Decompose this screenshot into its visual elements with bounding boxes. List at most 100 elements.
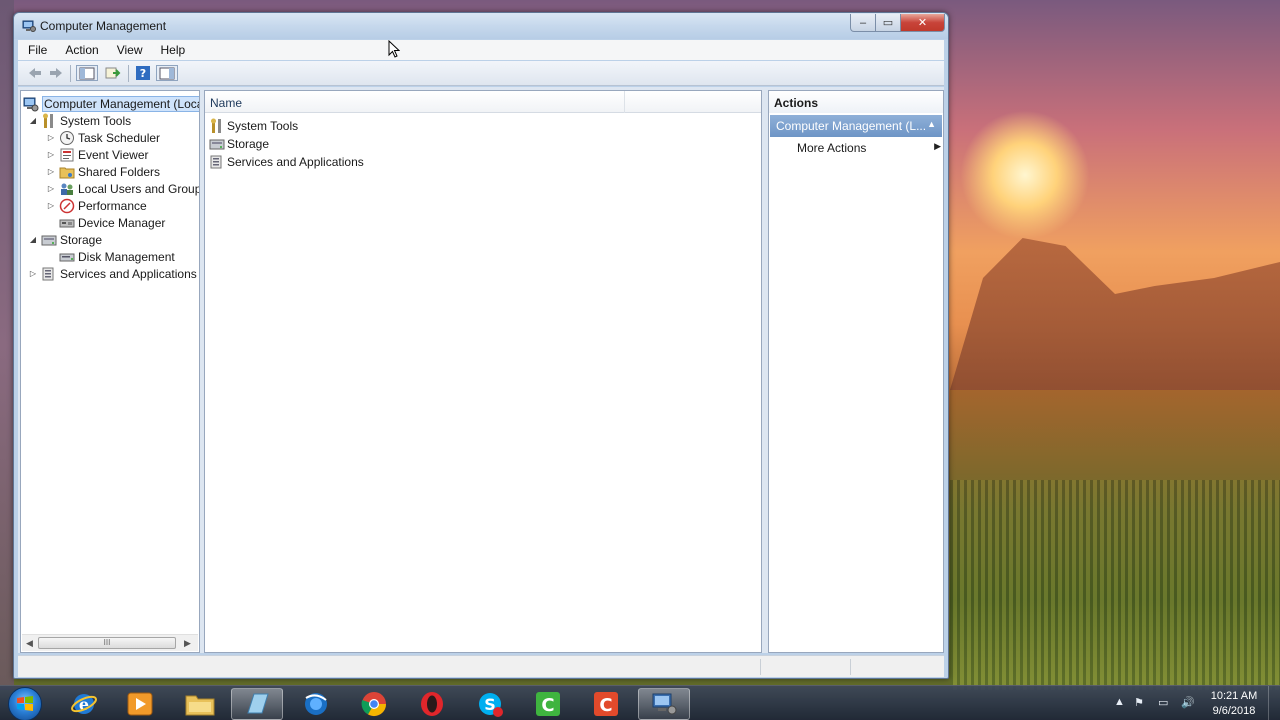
tree-item-label: Storage xyxy=(60,232,103,247)
tree-item-label: Services and Applications xyxy=(60,266,197,281)
svg-text:?: ? xyxy=(140,67,146,80)
collapse-arrow-icon[interactable]: ◢ xyxy=(25,116,41,125)
users-icon xyxy=(59,181,75,197)
menu-view[interactable]: View xyxy=(107,43,151,57)
storage-icon xyxy=(209,136,225,152)
computer-management-icon xyxy=(652,693,677,715)
tree-item-disk-management[interactable]: Disk Management xyxy=(59,248,175,265)
forward-arrow-icon[interactable] xyxy=(47,65,65,81)
title-bar[interactable]: Computer Management – ▭ ✕ xyxy=(14,13,948,39)
actions-group-header[interactable]: Computer Management (L... ▲ xyxy=(770,115,942,137)
taskbar-camtasia-studio[interactable]: C xyxy=(580,688,632,720)
actions-pane: Actions Computer Management (L... ▲ More… xyxy=(768,90,944,653)
column-header-name[interactable]: Name xyxy=(210,96,242,110)
taskbar-media-player[interactable] xyxy=(114,688,166,720)
more-actions-label: More Actions xyxy=(797,141,867,155)
menu-help[interactable]: Help xyxy=(151,43,194,57)
tree-horizontal-scrollbar[interactable]: ◀ III ▶ xyxy=(22,634,198,651)
svg-text:C: C xyxy=(599,695,612,716)
list-header: Name xyxy=(205,91,761,113)
back-arrow-icon[interactable] xyxy=(26,65,44,81)
clock-icon xyxy=(59,130,75,146)
main-content: Computer Management (Local ◢ System Tool… xyxy=(18,87,944,653)
opera-icon xyxy=(421,692,443,716)
status-segment xyxy=(850,659,940,675)
show-hide-console-tree-icon[interactable] xyxy=(76,65,98,81)
expand-arrow-icon[interactable]: ▷ xyxy=(43,167,59,176)
tree-item-label: Disk Management xyxy=(78,249,175,264)
system-clock[interactable]: 10:21 AM 9/6/2018 xyxy=(1204,689,1264,719)
tree-item-local-users[interactable]: ▷ Local Users and Groups xyxy=(43,180,199,197)
list-item[interactable]: Services and Applications xyxy=(209,153,364,171)
collapse-arrow-icon[interactable]: ◢ xyxy=(25,235,41,244)
scroll-right-icon[interactable]: ▶ xyxy=(184,638,191,649)
clock-time: 10:21 AM xyxy=(1210,690,1258,702)
action-center-flag-icon[interactable]: ⚑ xyxy=(1134,696,1144,709)
tree-item-label: Shared Folders xyxy=(78,164,161,179)
taskbar-notepad[interactable] xyxy=(231,688,283,720)
results-list[interactable]: Name System Tools Storage Services and A… xyxy=(204,90,762,653)
status-bar xyxy=(18,655,944,677)
scroll-left-icon[interactable]: ◀ xyxy=(26,638,33,649)
tree-item-label: Performance xyxy=(78,198,147,213)
taskbar-file-explorer[interactable] xyxy=(174,688,226,720)
close-button[interactable]: ✕ xyxy=(900,14,945,32)
expand-arrow-icon[interactable]: ▷ xyxy=(43,133,59,142)
taskbar-camtasia-recorder[interactable]: C xyxy=(522,688,574,720)
tree-item-services-applications[interactable]: ▷ Services and Applications xyxy=(25,265,197,282)
taskbar-opera[interactable] xyxy=(406,688,458,720)
volume-icon[interactable]: 🔊 xyxy=(1181,696,1195,709)
tree-item-label: Task Scheduler xyxy=(78,130,161,145)
more-actions-item[interactable]: More Actions ▶ xyxy=(797,141,943,157)
system-tools-icon xyxy=(209,118,225,134)
skype-icon: S xyxy=(479,693,503,717)
computer-management-icon xyxy=(22,20,36,32)
actions-group-label: Computer Management (L... xyxy=(776,119,927,133)
list-item[interactable]: System Tools xyxy=(209,117,298,135)
list-item-label: Storage xyxy=(227,137,270,151)
expand-arrow-icon[interactable]: ▷ xyxy=(43,201,59,210)
taskbar-computer-management[interactable] xyxy=(638,688,690,720)
camtasia-red-icon: C xyxy=(594,692,618,716)
tree-item-task-scheduler[interactable]: ▷ Task Scheduler xyxy=(43,129,160,146)
show-hidden-icons-icon[interactable]: ▲ xyxy=(1114,696,1125,708)
minimize-button[interactable]: – xyxy=(850,14,876,32)
tree-item-shared-folders[interactable]: ▷ Shared Folders xyxy=(43,163,160,180)
export-list-icon[interactable] xyxy=(104,65,122,81)
help-icon[interactable]: ? xyxy=(134,65,152,81)
taskbar-internet-explorer[interactable]: e xyxy=(58,688,110,720)
menu-action[interactable]: Action xyxy=(55,43,106,57)
media-player-icon xyxy=(127,692,153,716)
tree-item-system-tools[interactable]: ◢ System Tools xyxy=(25,112,131,129)
computer-management-window[interactable]: Computer Management – ▭ ✕ File Action Vi… xyxy=(13,12,949,679)
expand-arrow-icon[interactable]: ▷ xyxy=(25,269,41,278)
scroll-thumb[interactable]: III xyxy=(38,637,176,649)
expand-arrow-icon[interactable]: ▷ xyxy=(43,150,59,159)
camtasia-green-icon: C xyxy=(536,692,560,716)
show-hide-action-pane-icon[interactable] xyxy=(156,65,178,81)
list-item[interactable]: Storage xyxy=(209,135,269,153)
tree-item-storage[interactable]: ◢ Storage xyxy=(25,231,102,248)
shared-folder-icon xyxy=(59,164,75,180)
taskbar-browser[interactable] xyxy=(290,688,342,720)
tree-item-device-manager[interactable]: Device Manager xyxy=(59,214,165,231)
folder-icon xyxy=(185,695,215,716)
taskbar-chrome[interactable] xyxy=(348,688,400,720)
taskbar-skype[interactable]: S xyxy=(464,688,516,720)
tree-item-performance[interactable]: ▷ Performance xyxy=(43,197,147,214)
tree-item-label: Computer Management (Local xyxy=(42,95,199,112)
tree-item-computer-management[interactable]: Computer Management (Local xyxy=(23,95,199,112)
notepad-icon xyxy=(247,693,269,714)
expand-arrow-icon[interactable]: ▷ xyxy=(43,184,59,193)
collapse-caret-icon[interactable]: ▲ xyxy=(927,119,936,129)
network-icon[interactable]: ▭ xyxy=(1158,696,1168,709)
console-tree[interactable]: Computer Management (Local ◢ System Tool… xyxy=(20,90,200,653)
menu-file[interactable]: File xyxy=(18,43,55,57)
window-title: Computer Management xyxy=(40,19,167,33)
tree-item-event-viewer[interactable]: ▷ Event Viewer xyxy=(43,146,149,163)
start-button[interactable] xyxy=(8,687,42,720)
show-desktop-button[interactable] xyxy=(1268,686,1280,720)
column-divider[interactable] xyxy=(624,91,625,113)
maximize-button[interactable]: ▭ xyxy=(875,14,901,32)
toolbar: ? xyxy=(18,61,944,86)
